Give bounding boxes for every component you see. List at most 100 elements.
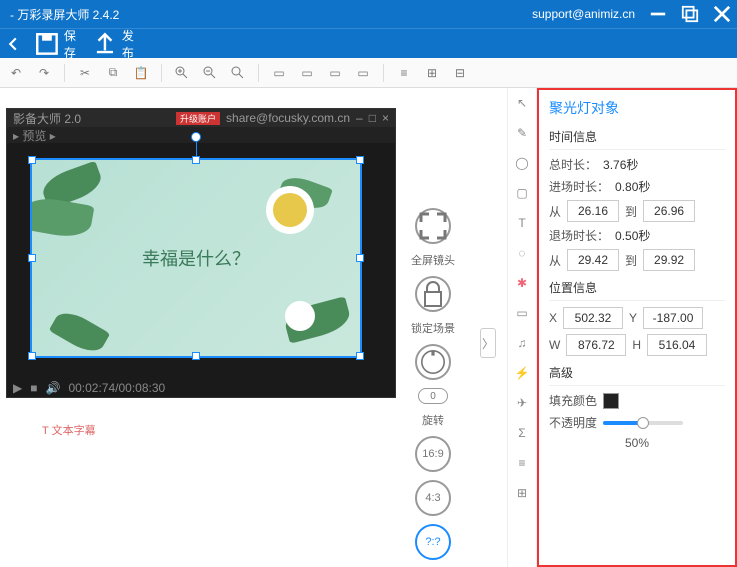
text-icon[interactable]: T — [513, 214, 531, 232]
folder-icon[interactable]: ▭ — [513, 304, 531, 322]
tool-column: ↖ ✎ ◯ ▢ T ◌ ✱ ▭ ♫ ⚡ ✈ Σ ≡ ⊞ — [507, 88, 537, 567]
paste-icon[interactable]: 📋 — [133, 65, 149, 81]
save-button[interactable]: 保存 — [34, 27, 78, 61]
opacity-slider[interactable] — [603, 421, 683, 425]
resize-handle-sw[interactable] — [28, 352, 36, 360]
section-advanced[interactable]: 高级 — [549, 364, 725, 386]
upgrade-badge[interactable]: 升级账户 — [176, 112, 220, 125]
embedded-close-icon[interactable]: × — [382, 111, 389, 125]
selection-box[interactable] — [30, 158, 362, 358]
slider-thumb[interactable] — [637, 417, 649, 429]
h-label: H — [632, 338, 641, 352]
text-subtitle-link[interactable]: T 文本字幕 — [42, 422, 96, 438]
support-email[interactable]: support@animiz.cn — [532, 7, 635, 21]
publish-button[interactable]: 发布 — [92, 27, 136, 61]
person-icon[interactable]: ✱ — [513, 274, 531, 292]
plane-icon[interactable]: ✈ — [513, 394, 531, 412]
copy-icon[interactable]: ⧉ — [105, 65, 121, 81]
embedded-title: 影备大师 2.0 — [13, 110, 81, 127]
panel-toggle[interactable]: 〉 — [480, 328, 496, 358]
grid-icon[interactable]: ⊞ — [424, 65, 440, 81]
layer-bottom-icon[interactable]: ▭ — [355, 65, 371, 81]
y-label: Y — [629, 311, 637, 325]
prev-button[interactable] — [6, 37, 20, 51]
grid-tool-icon[interactable]: ⊞ — [513, 484, 531, 502]
embedded-subbar: ▸ 预览 ▸ — [13, 127, 56, 144]
properties-panel: 聚光灯对象 时间信息 总时长：3.76秒 进场时长：0.80秒 从 到 退场时长… — [537, 88, 737, 567]
embedded-player-bar[interactable]: ▶ ■ 🔊 00:02:74/00:08:30 — [7, 379, 395, 397]
fullscreen-button[interactable] — [415, 208, 451, 244]
resize-handle-nw[interactable] — [28, 156, 36, 164]
w-input[interactable] — [566, 334, 626, 356]
align-icon[interactable]: ≡ — [396, 65, 412, 81]
floating-controls: 全屏镜头 锁定场景 0 旋转 16:9 4:3 ?:? — [398, 208, 468, 560]
ratio-169-button[interactable]: 16:9 — [415, 436, 451, 472]
zoom-in-icon[interactable] — [174, 65, 190, 81]
layer-up-icon[interactable]: ▭ — [271, 65, 287, 81]
opacity-percent: 50% — [549, 436, 725, 450]
exit-to-input[interactable] — [643, 249, 695, 271]
maximize-icon[interactable] — [681, 5, 699, 23]
cut-icon[interactable]: ✂ — [77, 65, 93, 81]
fill-label: 填充颜色 — [549, 392, 597, 409]
embedded-max-icon[interactable]: □ — [369, 111, 376, 125]
redo-icon[interactable]: ↷ — [36, 65, 52, 81]
guide-icon[interactable]: ⊟ — [452, 65, 468, 81]
exit-from-input[interactable] — [567, 249, 619, 271]
resize-handle-w[interactable] — [28, 254, 36, 262]
layer-down-icon[interactable]: ▭ — [299, 65, 315, 81]
sigma-icon[interactable]: Σ — [513, 424, 531, 442]
enter-from-input[interactable] — [567, 200, 619, 222]
enter-to-input[interactable] — [643, 200, 695, 222]
drop-icon[interactable]: ◌ — [513, 244, 531, 262]
volume-icon[interactable]: 🔊 — [45, 381, 60, 395]
resize-handle-e[interactable] — [356, 254, 364, 262]
enter-dur-value: 0.80秒 — [615, 178, 650, 195]
zoom-fit-icon[interactable] — [230, 65, 246, 81]
embedded-min-icon[interactable]: – — [356, 111, 363, 125]
layer-top-icon[interactable]: ▭ — [327, 65, 343, 81]
canvas-area[interactable]: 影备大师 2.0 升级账户 share@focusky.com.cn – □ ×… — [0, 88, 507, 567]
save-label: 保存 — [64, 27, 78, 61]
embedded-url: share@focusky.com.cn — [226, 111, 350, 125]
flash-icon[interactable]: ⚡ — [513, 364, 531, 382]
pencil-icon[interactable]: ✎ — [513, 124, 531, 142]
title-bar: - 万彩录屏大师 2.4.2 support@animiz.cn — [0, 0, 737, 28]
rotate-dial[interactable] — [415, 344, 451, 380]
stop-icon[interactable]: ■ — [30, 381, 37, 395]
play-icon[interactable]: ▶ — [13, 381, 22, 395]
y-input[interactable] — [643, 307, 703, 329]
rotation-handle[interactable] — [191, 132, 201, 142]
pointer-icon[interactable]: ↖ — [513, 94, 531, 112]
x-input[interactable] — [563, 307, 623, 329]
music-icon[interactable]: ♫ — [513, 334, 531, 352]
section-time[interactable]: 时间信息 — [549, 128, 725, 150]
zoom-out-icon[interactable] — [202, 65, 218, 81]
resize-handle-se[interactable] — [356, 352, 364, 360]
minimize-icon[interactable] — [649, 5, 667, 23]
enter-dur-label: 进场时长： — [549, 178, 609, 195]
total-dur-label: 总时长： — [549, 156, 597, 173]
resize-handle-ne[interactable] — [356, 156, 364, 164]
resize-handle-n[interactable] — [192, 156, 200, 164]
resize-handle-s[interactable] — [192, 352, 200, 360]
shape-icon[interactable]: ◯ — [513, 154, 531, 172]
h-input[interactable] — [647, 334, 707, 356]
menu-bar: 保存 发布 — [0, 28, 737, 58]
section-position[interactable]: 位置信息 — [549, 279, 725, 301]
lock-button[interactable] — [415, 276, 451, 312]
undo-icon[interactable]: ↶ — [8, 65, 24, 81]
from-label-1: 从 — [549, 203, 561, 220]
publish-label: 发布 — [122, 27, 136, 61]
rotate-label: 旋转 — [422, 412, 444, 428]
rotate-value[interactable]: 0 — [418, 388, 448, 404]
ratio-43-button[interactable]: 4:3 — [415, 480, 451, 516]
opacity-label: 不透明度 — [549, 414, 597, 431]
close-icon[interactable] — [713, 5, 731, 23]
fill-color-swatch[interactable] — [603, 393, 619, 409]
w-label: W — [549, 338, 560, 352]
list-icon[interactable]: ≡ — [513, 454, 531, 472]
ratio-custom-button[interactable]: ?:? — [415, 524, 451, 560]
exit-dur-label: 退场时长： — [549, 227, 609, 244]
image-icon[interactable]: ▢ — [513, 184, 531, 202]
